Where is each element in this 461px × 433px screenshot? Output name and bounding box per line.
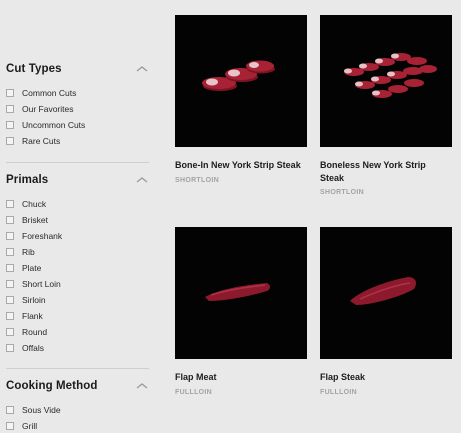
product-category: SHORTLOIN [175,176,219,184]
cut-types-header[interactable]: Cut Types [6,60,149,78]
filter-option-sous-vide[interactable]: Sous Vide [6,402,149,418]
checkbox-icon[interactable] [6,200,14,208]
product-name[interactable]: Flap Steak [320,371,452,384]
section-title: Cut Types [6,63,62,75]
checkbox-icon[interactable] [6,105,14,113]
divider [6,368,149,369]
section-title: Cooking Method [6,380,98,392]
filter-option-brisket[interactable]: Brisket [6,212,149,228]
checkbox-icon[interactable] [6,121,14,129]
product-name[interactable]: Flap Meat [175,371,307,384]
filter-option-grill[interactable]: Grill [6,418,149,433]
checkbox-icon[interactable] [6,232,14,240]
chevron-up-icon[interactable] [135,64,149,74]
steak-image [344,53,437,98]
checkbox-icon[interactable] [6,248,14,256]
filter-option-plate[interactable]: Plate [6,260,149,276]
product-image[interactable] [320,227,452,359]
checkbox-icon[interactable] [6,328,14,336]
product-card[interactable]: Bone-In New York Strip Steak SHORTLOIN [175,15,307,184]
checkbox-icon[interactable] [6,216,14,224]
product-category: FULLLOIN [175,388,213,396]
filter-option-uncommon-cuts[interactable]: Uncommon Cuts [6,117,149,133]
filter-option-short-loin[interactable]: Short Loin [6,276,149,292]
filter-option-round[interactable]: Round [6,324,149,340]
checkbox-icon[interactable] [6,344,14,352]
chevron-up-icon[interactable] [135,381,149,391]
checkbox-icon[interactable] [6,422,14,430]
product-name[interactable]: Bone-In New York Strip Steak [175,159,307,172]
checkbox-icon[interactable] [6,137,14,145]
filter-option-our-favorites[interactable]: Our Favorites [6,101,149,117]
filter-primals: Primals Chuck Brisket Foreshank Rib Plat… [6,171,149,356]
steak-image [350,277,416,305]
checkbox-icon[interactable] [6,312,14,320]
steak-image [202,60,275,91]
checkbox-icon[interactable] [6,280,14,288]
product-category: FULLLOIN [320,388,358,396]
filter-option-rare-cuts[interactable]: Rare Cuts [6,133,149,149]
product-image[interactable] [320,15,452,147]
filter-option-chuck[interactable]: Chuck [6,196,149,212]
product-card[interactable]: Flap Meat FULLLOIN [175,227,307,396]
filter-option-offals[interactable]: Offals [6,340,149,356]
section-title: Primals [6,174,49,186]
checkbox-icon[interactable] [6,264,14,272]
steak-image [205,283,270,301]
filter-cut-types: Cut Types Common Cuts Our Favorites Unco… [6,60,149,149]
checkbox-icon[interactable] [6,406,14,414]
product-card[interactable]: Boneless New York Strip Steak SHORTLOIN [320,15,452,196]
filter-option-sirloin[interactable]: Sirloin [6,292,149,308]
product-image[interactable] [175,15,307,147]
filter-cooking-method: Cooking Method Sous Vide Grill [6,377,149,433]
product-category: SHORTLOIN [320,189,364,196]
checkbox-icon[interactable] [6,89,14,97]
cooking-method-header[interactable]: Cooking Method [6,377,149,395]
primals-header[interactable]: Primals [6,171,149,189]
product-card[interactable]: Flap Steak FULLLOIN [320,227,452,396]
checkbox-icon[interactable] [6,296,14,304]
divider [6,162,149,163]
filter-option-common-cuts[interactable]: Common Cuts [6,85,149,101]
filter-option-flank[interactable]: Flank [6,308,149,324]
filter-option-foreshank[interactable]: Foreshank [6,228,149,244]
product-name[interactable]: Boneless New York Strip Steak [320,159,452,184]
product-image[interactable] [175,227,307,359]
chevron-up-icon[interactable] [135,175,149,185]
filter-option-rib[interactable]: Rib [6,244,149,260]
filter-sidebar: Cut Types Common Cuts Our Favorites Unco… [0,0,160,433]
